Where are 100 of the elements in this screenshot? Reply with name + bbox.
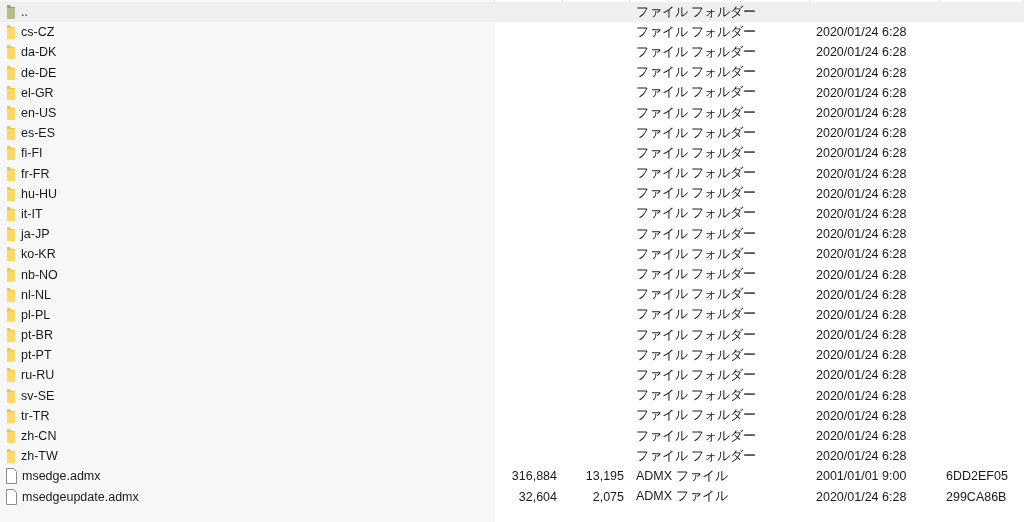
file-row[interactable]: sv-SE ファイル フォルダー 2020/01/24 6:28 <box>0 385 1024 406</box>
file-type: ファイル フォルダー <box>635 104 758 122</box>
file-row[interactable]: msedgeupdate.admx 32,604 2,075 ADMX ファイル 2020/01/24 6:28 299CA86B <box>0 486 1024 507</box>
file-type: ファイル フォルダー <box>635 64 758 82</box>
folder-icon <box>6 165 16 182</box>
file-type: ファイル フォルダー <box>635 366 758 384</box>
file-row[interactable]: pt-BR ファイル フォルダー 2020/01/24 6:28 <box>0 325 1024 346</box>
file-name: pl-PL <box>21 307 51 322</box>
modified-date: 2020/01/24 6:28 <box>815 388 908 403</box>
file-row[interactable]: ru-RU ファイル フォルダー 2020/01/24 6:28 <box>0 365 1024 386</box>
modified-date: 2020/01/24 6:28 <box>815 227 908 242</box>
folder-icon <box>6 347 16 364</box>
file-row[interactable]: it-IT ファイル フォルダー 2020/01/24 6:28 <box>0 203 1024 225</box>
folder-icon <box>6 125 16 142</box>
file-type: ファイル フォルダー <box>635 124 758 142</box>
file-name: pt-BR <box>21 328 53 343</box>
file-row[interactable]: ko-KR ファイル フォルダー 2020/01/24 6:28 <box>0 244 1024 265</box>
file-row[interactable]: da-DK ファイル フォルダー 2020/01/24 6:28 <box>0 42 1024 63</box>
modified-date: 2020/01/24 6:28 <box>815 368 908 383</box>
crc-value: 299CA86B <box>945 489 1008 504</box>
file-row[interactable]: ja-JP ファイル フォルダー 2020/01/24 6:28 <box>0 224 1024 245</box>
file-row[interactable]: tr-TR ファイル フォルダー 2020/01/24 6:28 <box>0 405 1024 426</box>
modified-date: 2020/01/24 6:28 <box>815 45 908 60</box>
file-name: da-DK <box>21 45 57 60</box>
folder-icon <box>6 286 16 303</box>
file-size: 316,884 <box>510 469 558 484</box>
file-name: fi-FI <box>21 146 43 161</box>
modified-date: 2020/01/24 6:28 <box>815 186 908 201</box>
file-type: ファイル フォルダー <box>635 266 758 284</box>
modified-date: 2020/01/24 6:28 <box>815 126 908 141</box>
file-row[interactable]: el-GR ファイル フォルダー 2020/01/24 6:28 <box>0 82 1024 103</box>
file-row[interactable]: msedge.admx 316,884 13,195 ADMX ファイル 2001/01/01 9:00 6DD2EF05 <box>0 466 1024 487</box>
file-row[interactable]: hu-HU ファイル フォルダー 2020/01/24 6:28 <box>0 183 1024 204</box>
folder-icon <box>6 387 16 404</box>
modified-date: 2020/01/24 6:28 <box>815 307 908 322</box>
file-type: ファイル フォルダー <box>635 346 758 364</box>
file-type: ファイル フォルダー <box>635 447 758 465</box>
file-type: ファイル フォルダー <box>635 165 758 183</box>
folder-icon <box>6 44 16 61</box>
file-row[interactable]: zh-TW ファイル フォルダー 2020/01/24 6:28 <box>0 446 1024 467</box>
folder-icon <box>6 145 16 162</box>
file-type: ファイル フォルダー <box>635 3 758 21</box>
modified-date: 2020/01/24 6:28 <box>815 166 908 181</box>
modified-date: 2020/01/24 6:28 <box>815 287 908 302</box>
file-name: pt-PT <box>21 348 52 363</box>
file-type: ファイル フォルダー <box>635 185 758 203</box>
folder-icon <box>6 24 16 41</box>
file-type: ファイル フォルダー <box>635 205 758 223</box>
file-row[interactable]: .. ファイル フォルダー <box>0 2 1024 23</box>
file-type: ファイル フォルダー <box>635 407 758 425</box>
folder-icon <box>6 327 16 344</box>
folder-icon <box>6 105 16 122</box>
file-type: ファイル フォルダー <box>635 84 758 102</box>
file-name: en-US <box>21 106 57 121</box>
file-row[interactable]: en-US ファイル フォルダー 2020/01/24 6:28 <box>0 102 1024 124</box>
packed-size: 13,195 <box>584 469 625 484</box>
packed-size: 2,075 <box>591 489 625 504</box>
file-row[interactable]: nl-NL ファイル フォルダー 2020/01/24 6:28 <box>0 284 1024 305</box>
file-name: zh-TW <box>21 449 58 464</box>
file-name: el-GR <box>21 85 54 100</box>
folder-icon <box>6 428 16 445</box>
folder-icon <box>6 448 16 465</box>
modified-date: 2020/01/24 6:28 <box>815 106 908 121</box>
file-icon <box>6 488 17 505</box>
file-name: zh-CN <box>21 429 57 444</box>
folder-icon <box>6 407 16 424</box>
folder-icon <box>6 64 16 81</box>
file-name: ko-KR <box>21 247 56 262</box>
file-type: ファイル フォルダー <box>635 23 758 41</box>
folder-icon <box>6 205 16 222</box>
file-name: nb-NO <box>21 267 58 282</box>
modified-date: 2020/01/24 6:28 <box>815 85 908 100</box>
modified-date: 2020/01/24 6:28 <box>815 328 908 343</box>
file-row[interactable]: pt-PT ファイル フォルダー 2020/01/24 6:28 <box>0 345 1024 366</box>
folder-icon <box>6 185 16 202</box>
file-type: ADMX ファイル <box>635 488 729 506</box>
file-row[interactable]: de-DE ファイル フォルダー 2020/01/24 6:28 <box>0 62 1024 83</box>
modified-date: 2020/01/24 6:28 <box>815 489 908 504</box>
file-type: ファイル フォルダー <box>635 43 758 61</box>
file-row[interactable]: nb-NO ファイル フォルダー 2020/01/24 6:28 <box>0 264 1024 285</box>
file-name: hu-HU <box>21 186 58 201</box>
file-row[interactable]: pl-PL ファイル フォルダー 2020/01/24 6:28 <box>0 304 1024 325</box>
modified-date: 2020/01/24 6:28 <box>815 429 908 444</box>
file-row[interactable]: zh-CN ファイル フォルダー 2020/01/24 6:28 <box>0 425 1024 447</box>
file-row[interactable]: es-ES ファイル フォルダー 2020/01/24 6:28 <box>0 123 1024 144</box>
folder-icon <box>6 84 16 101</box>
file-row[interactable]: cs-CZ ファイル フォルダー 2020/01/24 6:28 <box>0 22 1024 43</box>
modified-date: 2020/01/24 6:28 <box>815 206 908 221</box>
file-name: es-ES <box>21 126 56 141</box>
modified-date: 2020/01/24 6:28 <box>815 267 908 282</box>
file-row[interactable]: fi-FI ファイル フォルダー 2020/01/24 6:28 <box>0 143 1024 164</box>
modified-date: 2020/01/24 6:28 <box>815 146 908 161</box>
file-row[interactable]: fr-FR ファイル フォルダー 2020/01/24 6:28 <box>0 163 1024 184</box>
file-name: msedge.admx <box>22 469 101 484</box>
file-type: ファイル フォルダー <box>635 286 758 304</box>
folder-icon <box>6 266 16 283</box>
file-type: ファイル フォルダー <box>635 245 758 263</box>
file-name: msedgeupdate.admx <box>22 489 139 504</box>
file-name: tr-TR <box>21 408 50 423</box>
file-type: ファイル フォルダー <box>635 427 758 445</box>
